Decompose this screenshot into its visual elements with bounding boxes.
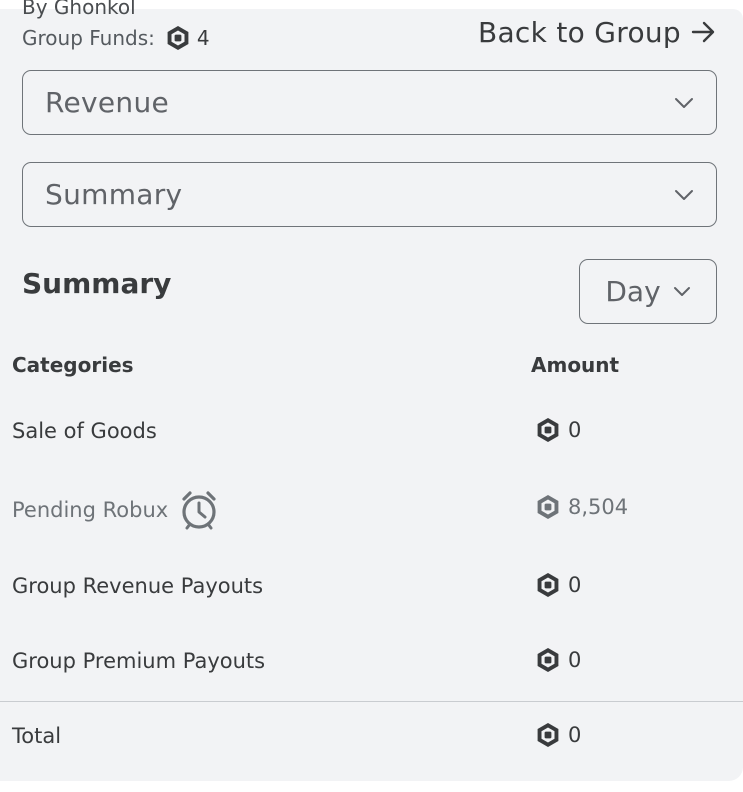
category-dropdown[interactable]: Revenue bbox=[22, 70, 717, 135]
robux-icon bbox=[535, 417, 561, 443]
robux-icon bbox=[165, 25, 191, 51]
categories-column-header: Categories bbox=[12, 353, 134, 377]
period-dropdown[interactable]: Day bbox=[579, 259, 717, 324]
row-label-text: Pending Robux bbox=[12, 498, 169, 522]
group-funds-value: 4 bbox=[196, 26, 210, 50]
back-to-group-link[interactable]: Back to Group bbox=[478, 15, 717, 49]
chevron-down-icon bbox=[674, 97, 694, 109]
row-label-text: Group Revenue Payouts bbox=[12, 574, 264, 598]
robux-icon bbox=[535, 572, 561, 598]
group-funds: Group Funds: 4 bbox=[22, 23, 210, 53]
view-dropdown[interactable]: Summary bbox=[22, 162, 717, 227]
category-dropdown-value: Revenue bbox=[45, 86, 170, 119]
row-label-text: Group Premium Payouts bbox=[12, 649, 266, 673]
amount-value: 0 bbox=[568, 418, 582, 442]
owner-text-cut-off: By Ghonkol bbox=[22, 0, 136, 19]
robux-icon bbox=[535, 722, 561, 748]
arrow-right-icon bbox=[691, 20, 717, 44]
row-label-group-premium-payouts: Group Premium Payouts bbox=[12, 649, 265, 673]
group-funds-label: Group Funds: bbox=[22, 26, 155, 50]
back-to-group-label: Back to Group bbox=[477, 15, 681, 49]
summary-title: Summary bbox=[22, 267, 172, 300]
amount-value: 8,504 bbox=[568, 495, 629, 519]
row-amount-sale-of-goods: 0 bbox=[535, 417, 581, 443]
alarm-clock-icon[interactable] bbox=[180, 489, 218, 531]
row-label-group-revenue-payouts: Group Revenue Payouts bbox=[12, 574, 263, 598]
view-dropdown-value: Summary bbox=[45, 178, 183, 211]
period-dropdown-value: Day bbox=[605, 275, 661, 308]
robux-icon bbox=[535, 647, 561, 673]
row-label-sale-of-goods: Sale of Goods bbox=[12, 419, 157, 443]
row-label-text: Total bbox=[12, 724, 62, 748]
row-label-total: Total bbox=[12, 724, 61, 748]
amount-value: 0 bbox=[568, 723, 582, 747]
amount-value: 0 bbox=[568, 573, 582, 597]
row-label-pending-robux: Pending Robux bbox=[12, 489, 218, 531]
chevron-down-icon bbox=[673, 286, 691, 297]
row-amount-group-revenue-payouts: 0 bbox=[535, 572, 581, 598]
total-divider bbox=[0, 701, 743, 702]
amount-column-header: Amount bbox=[531, 353, 620, 377]
amount-value: 0 bbox=[568, 648, 582, 672]
row-amount-total: 0 bbox=[535, 722, 581, 748]
row-amount-pending-robux: 8,504 bbox=[535, 494, 628, 520]
row-amount-group-premium-payouts: 0 bbox=[535, 647, 581, 673]
chevron-down-icon bbox=[674, 189, 694, 201]
robux-icon bbox=[535, 494, 561, 520]
row-label-text: Sale of Goods bbox=[12, 419, 157, 443]
group-revenue-panel: By Ghonkol Group Funds: 4 Back to Group … bbox=[0, 0, 743, 781]
